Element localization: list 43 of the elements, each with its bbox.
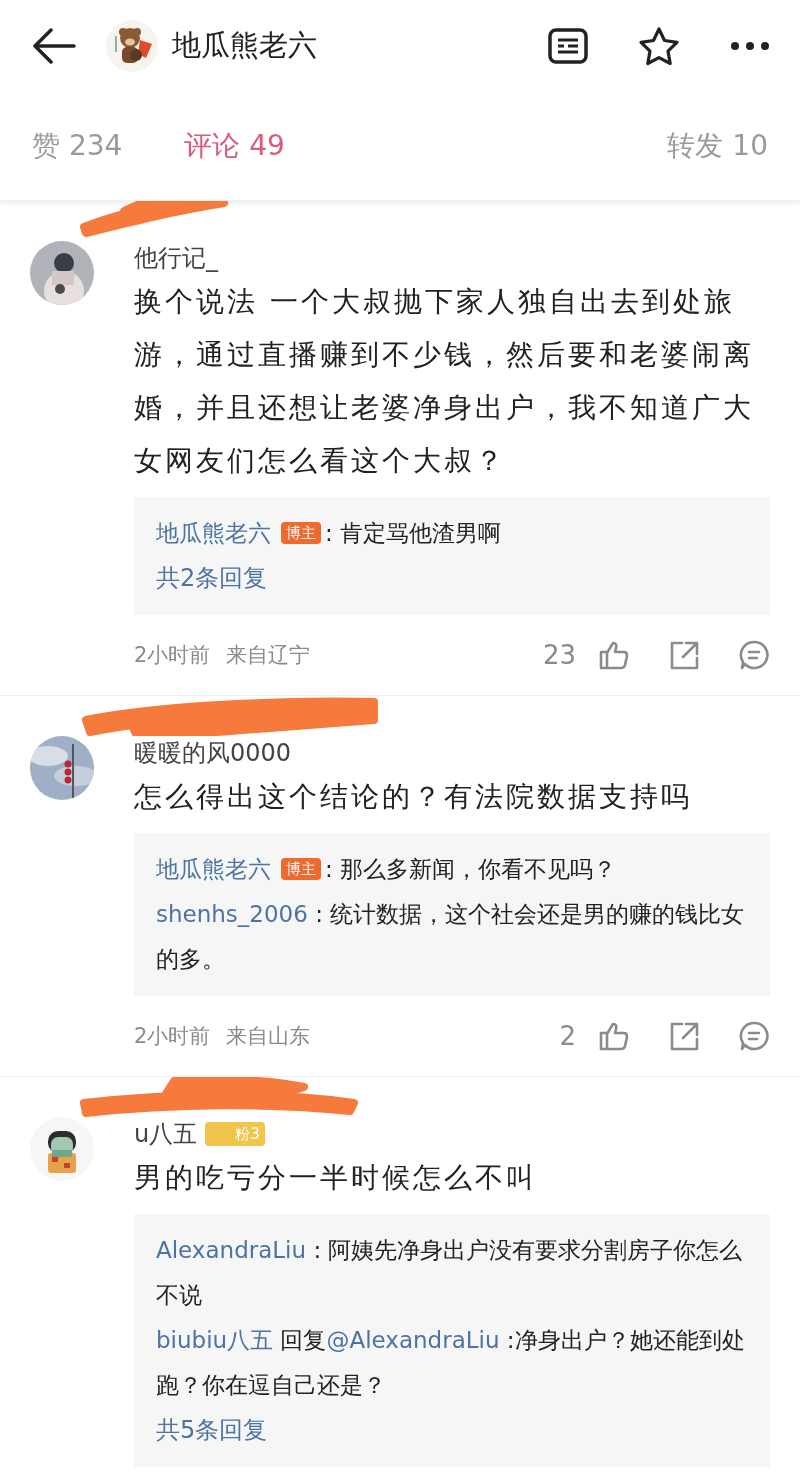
fan-badge: 粉3: [205, 1122, 265, 1146]
like-count: 2: [559, 1021, 576, 1051]
back-icon[interactable]: [32, 28, 76, 64]
share-icon[interactable]: [668, 639, 700, 671]
reply-text: shenhs_2006 : 统计数据，这个社会还是男的赚的钱比女的多。: [156, 900, 746, 974]
tab[interactable]: 评论 49: [184, 127, 285, 165]
comment-icon[interactable]: [738, 1020, 770, 1052]
comment-text: 男的吃亏分一半时候怎么不叫: [134, 1160, 538, 1196]
like-count: 23: [542, 640, 576, 670]
username[interactable]: 他行记_: [134, 241, 218, 275]
share-icon[interactable]: [668, 1020, 700, 1052]
tab[interactable]: 转发 10: [667, 127, 768, 165]
comment-location: 来自山东: [226, 1023, 311, 1050]
comment-icon[interactable]: [738, 639, 770, 671]
reply-author-link[interactable]: 地瓜熊老六: [156, 856, 271, 882]
like-icon[interactable]: [598, 1020, 630, 1052]
article-list-icon[interactable]: [548, 28, 588, 64]
comment-text: 怎么得出这个结论的？有法院数据支持吗: [134, 779, 693, 815]
reply-text: 地瓜熊老六 博主 : 那么多新闻，你看不见吗？: [156, 855, 618, 884]
comment-time: 2小时前: [134, 642, 211, 669]
reply-text: AlexandraLiu : 阿姨先净身出户没有要求分割房子你怎么不说: [156, 1236, 744, 1310]
reply-author-link[interactable]: biubiu八五: [156, 1327, 274, 1353]
username[interactable]: 暖暖的风0000: [134, 736, 292, 770]
reply-author-link[interactable]: AlexandraLiu: [156, 1237, 307, 1263]
comment-text: 换个说法 一个大叔抛下家人独自出去到处旅游，通过直播赚到不少钱，然后要和老婆闹离婚，并且还想让老婆净身出户，我不知道广大女网友们怎么看这个大叔？: [134, 284, 755, 479]
more-replies-link[interactable]: 共2条回复: [156, 556, 748, 601]
tab[interactable]: 赞 234: [32, 127, 123, 165]
comment-location: 来自辽宁: [226, 642, 311, 669]
more-icon[interactable]: [730, 41, 770, 51]
author-badge: 博主: [281, 858, 321, 880]
reply-text: 地瓜熊老六 博主 : 肯定骂他渣男啊: [156, 519, 503, 548]
author-badge: 博主: [281, 522, 321, 544]
account-title: 地瓜熊老六: [172, 27, 318, 64]
star-icon[interactable]: [638, 26, 680, 66]
bear-avatar-icon: [106, 20, 158, 72]
like-icon[interactable]: [598, 639, 630, 671]
username[interactable]: u八五: [134, 1117, 198, 1151]
more-replies-link[interactable]: 共5条回复: [156, 1408, 748, 1453]
reply-author-link[interactable]: 地瓜熊老六: [156, 520, 271, 546]
mention-link[interactable]: @AlexandraLiu: [326, 1327, 500, 1353]
reply-text: biubiu八五 回复@AlexandraLiu :净身出户？她还能到处跑？你在逗自己还是？: [156, 1326, 746, 1400]
reply-author-link[interactable]: shenhs_2006: [156, 901, 308, 927]
comment-time: 2小时前: [134, 1023, 211, 1050]
